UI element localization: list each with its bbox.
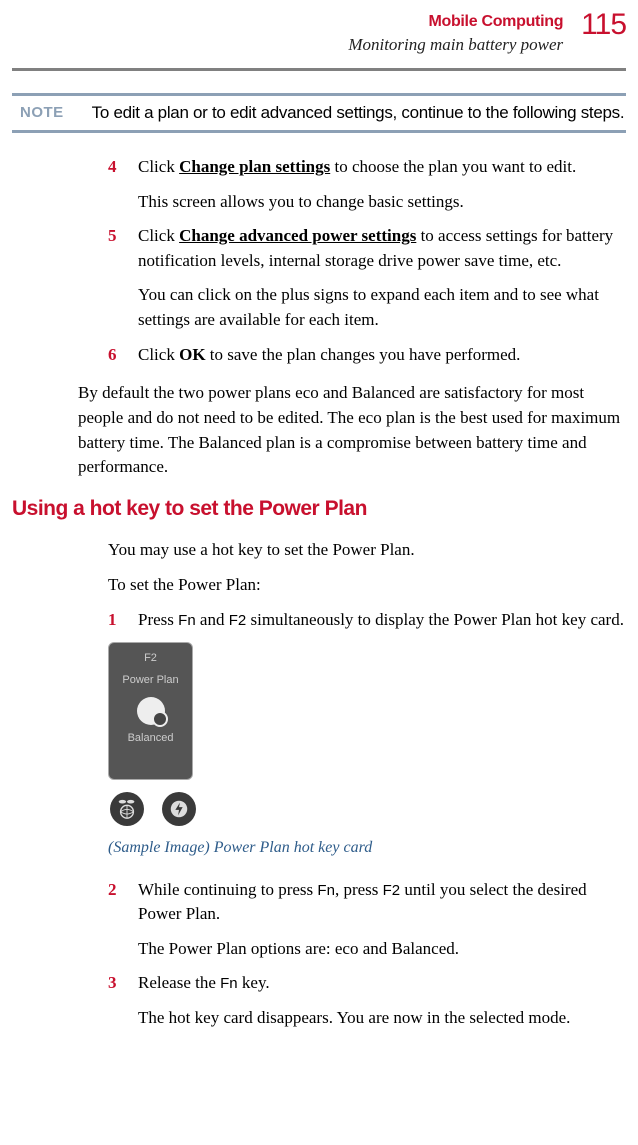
step-6: 6 Click OK to save the plan changes you … bbox=[108, 343, 626, 368]
step-para: Click Change advanced power settings to … bbox=[138, 224, 626, 273]
key: F2 bbox=[383, 882, 401, 899]
text: to save the plan changes you have perfor… bbox=[206, 345, 521, 364]
text: simultaneously to display the Power Plan… bbox=[246, 610, 624, 629]
note-box: NOTE To edit a plan or to edit advanced … bbox=[12, 93, 626, 133]
image-caption: (Sample Image) Power Plan hot key card bbox=[108, 836, 626, 859]
text: Click bbox=[138, 226, 179, 245]
step-number: 3 bbox=[108, 971, 138, 1030]
step-number: 5 bbox=[108, 224, 138, 333]
step-para: While continuing to press Fn, press F2 u… bbox=[138, 878, 626, 927]
step-para: The Power Plan options are: eco and Bala… bbox=[138, 937, 626, 962]
hotkey-section: You may use a hot key to set the Power P… bbox=[108, 538, 626, 1030]
chapter-title: Mobile Computing bbox=[348, 10, 563, 33]
intro-para: You may use a hot key to set the Power P… bbox=[108, 538, 626, 563]
step-para: The hot key card disappears. You are now… bbox=[138, 1006, 626, 1031]
section-title: Monitoring main battery power bbox=[348, 33, 563, 58]
key: F2 bbox=[229, 612, 247, 629]
step-body: Click Change plan settings to choose the… bbox=[138, 155, 626, 214]
key: Fn bbox=[317, 882, 335, 899]
step-body: Release the Fn key. The hot key card dis… bbox=[138, 971, 626, 1030]
text: key. bbox=[238, 973, 270, 992]
step-para: This screen allows you to change basic s… bbox=[138, 190, 626, 215]
step-5: 5 Click Change advanced power settings t… bbox=[108, 224, 626, 333]
ui-action: Change plan settings bbox=[179, 157, 330, 176]
step-4: 4 Click Change plan settings to choose t… bbox=[108, 155, 626, 214]
hotkey-card-illustration: F2 Power Plan Balanced bbox=[108, 642, 193, 780]
step-para: Click Change plan settings to choose the… bbox=[138, 155, 626, 180]
header-titles: Mobile Computing Monitoring main battery… bbox=[348, 10, 563, 58]
step-number: 6 bbox=[108, 343, 138, 368]
step-para: Release the Fn key. bbox=[138, 971, 626, 996]
text: While continuing to press bbox=[138, 880, 317, 899]
page-number: 115 bbox=[581, 10, 626, 40]
power-bolt-icon bbox=[162, 792, 196, 826]
step-3: 3 Release the Fn key. The hot key card d… bbox=[108, 971, 626, 1030]
step-2: 2 While continuing to press Fn, press F2… bbox=[108, 878, 626, 962]
note-label: NOTE bbox=[12, 102, 64, 124]
text: , press bbox=[335, 880, 383, 899]
card-mode: Balanced bbox=[128, 731, 174, 747]
text: Release the bbox=[138, 973, 220, 992]
card-title: Power Plan bbox=[122, 673, 178, 689]
step-number: 4 bbox=[108, 155, 138, 214]
note-text: To edit a plan or to edit advanced setti… bbox=[92, 102, 625, 124]
step-1: 1 Press Fn and F2 simultaneously to disp… bbox=[108, 608, 626, 633]
step-para: Click OK to save the plan changes you ha… bbox=[138, 343, 626, 368]
step-body: While continuing to press Fn, press F2 u… bbox=[138, 878, 626, 962]
text: Click bbox=[138, 345, 179, 364]
page-header: Mobile Computing Monitoring main battery… bbox=[12, 10, 626, 58]
balanced-icon bbox=[137, 697, 165, 725]
text: and bbox=[196, 610, 229, 629]
mini-icons-row bbox=[108, 792, 626, 826]
step-number: 1 bbox=[108, 608, 138, 633]
card-key: F2 bbox=[144, 651, 157, 667]
heading-hotkey: Using a hot key to set the Power Plan bbox=[12, 494, 626, 524]
text: Click bbox=[138, 157, 179, 176]
eco-globe-icon bbox=[110, 792, 144, 826]
step-body: Click Change advanced power settings to … bbox=[138, 224, 626, 333]
step-number: 2 bbox=[108, 878, 138, 962]
ui-action: Change advanced power settings bbox=[179, 226, 416, 245]
steps-first-group: 4 Click Change plan settings to choose t… bbox=[108, 155, 626, 367]
step-para: Press Fn and F2 simultaneously to displa… bbox=[138, 608, 626, 633]
intro-para: To set the Power Plan: bbox=[108, 573, 626, 598]
body-paragraph: By default the two power plans eco and B… bbox=[78, 381, 626, 480]
step-body: Press Fn and F2 simultaneously to displa… bbox=[138, 608, 626, 633]
step-body: Click OK to save the plan changes you ha… bbox=[138, 343, 626, 368]
text: to choose the plan you want to edit. bbox=[330, 157, 576, 176]
header-rule bbox=[12, 68, 626, 71]
step-para: You can click on the plus signs to expan… bbox=[138, 283, 626, 332]
text: Press bbox=[138, 610, 178, 629]
key: Fn bbox=[178, 612, 196, 629]
ui-action: OK bbox=[179, 345, 205, 364]
key: Fn bbox=[220, 975, 238, 992]
